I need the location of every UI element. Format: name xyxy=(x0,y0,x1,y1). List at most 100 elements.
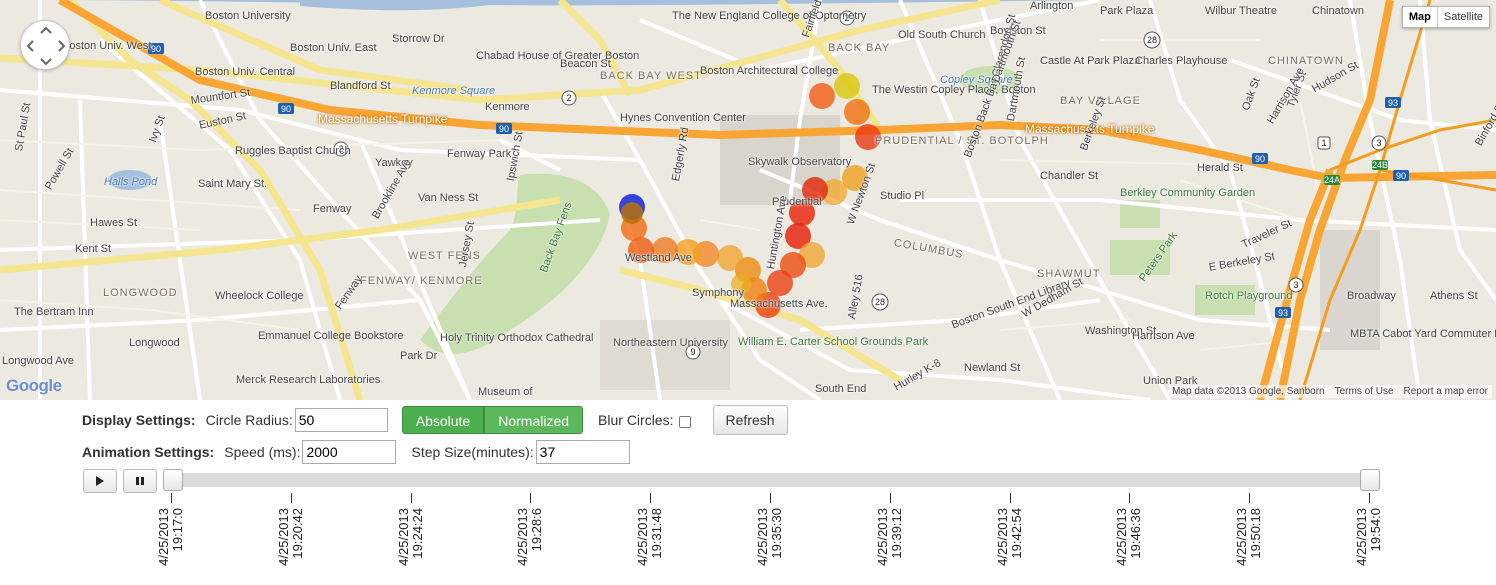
map-label: The New England College of Optometry xyxy=(672,10,867,22)
svg-text:24B: 24B xyxy=(1372,160,1388,170)
time-tick-label: 4/25/2013 19:42:54 xyxy=(995,508,1024,566)
play-button[interactable] xyxy=(83,469,117,493)
map-label: BACK BAY xyxy=(828,42,891,54)
step-size-input[interactable] xyxy=(535,440,630,464)
map-type-satellite-button[interactable]: Satellite xyxy=(1438,7,1489,27)
map-label: Northeastern University xyxy=(613,337,728,349)
circle-radius-label: Circle Radius: xyxy=(205,412,293,428)
time-tick-label: 4/25/2013 19:31:48 xyxy=(635,508,664,566)
map-label: Massachusetts Ave. xyxy=(730,298,828,310)
map-label: Kenmore Square xyxy=(412,85,496,97)
map-label: Newland St xyxy=(964,362,1021,374)
map-label: Ruggles Baptist Church xyxy=(235,145,351,157)
map-label: Arlington xyxy=(1030,0,1074,12)
map-label: Hawes St xyxy=(90,217,138,229)
map-attribution: Map data ©2013 Google, Sanborn Terms of … xyxy=(1168,385,1492,398)
map-label: Longwood xyxy=(129,337,180,349)
map-label: Old South Church xyxy=(898,29,986,41)
map-label: Rotch Playground xyxy=(1205,290,1293,302)
display-settings-label: Display Settings: xyxy=(82,412,196,428)
svg-text:90: 90 xyxy=(499,124,509,134)
time-tick xyxy=(411,493,412,503)
map-label: Hynes Convention Center xyxy=(620,112,746,124)
time-tick-label: 4/25/2013 19:28:6 xyxy=(515,508,544,566)
time-tick-label: 4/25/2013 19:35:30 xyxy=(755,508,784,566)
time-tick xyxy=(1249,493,1250,503)
time-tick xyxy=(1010,493,1011,503)
svg-text:90: 90 xyxy=(151,44,161,54)
map-type-control[interactable]: Map Satellite xyxy=(1401,6,1490,28)
map-label: Skywalk Observatory xyxy=(748,156,852,168)
google-logo[interactable]: Google xyxy=(6,376,62,396)
map-type-map-button[interactable]: Map xyxy=(1403,7,1438,27)
map-label: Studio Pl xyxy=(880,190,925,202)
map-label: Blandford St xyxy=(330,80,391,92)
map-label: Fenway Park xyxy=(447,148,512,160)
map-label: Broadway xyxy=(1347,290,1396,302)
map-label: SHAWMUT xyxy=(1037,268,1101,280)
map-label: Charles Playhouse xyxy=(1135,55,1228,67)
map-label: Museum of xyxy=(478,386,533,398)
time-slider-track[interactable] xyxy=(171,473,1379,487)
controls-panel: Display Settings: Circle Radius: Absolut… xyxy=(0,400,1496,585)
map-label: Boston Univ. West xyxy=(62,40,152,52)
svg-text:1: 1 xyxy=(1321,138,1326,148)
time-tick-label: 4/25/2013 19:17:0 xyxy=(156,508,185,566)
play-icon xyxy=(96,476,104,486)
time-slider-end-handle[interactable] xyxy=(1360,469,1380,491)
map-label: Herald St xyxy=(1197,162,1243,174)
svg-text:93: 93 xyxy=(1278,308,1288,318)
terms-of-use-link[interactable]: Terms of Use xyxy=(1335,386,1394,397)
pan-control[interactable] xyxy=(20,20,70,70)
step-size-label: Step Size(minutes): xyxy=(411,444,534,460)
map-label: Chabad House of Greater Boston xyxy=(476,50,640,62)
svg-text:3: 3 xyxy=(1293,280,1298,290)
map-label: Boston Univ. East xyxy=(290,42,377,54)
map-label: Storrow Dr xyxy=(392,33,445,45)
report-map-error-link[interactable]: Report a map error xyxy=(1404,386,1488,397)
time-slider-start-handle[interactable] xyxy=(163,469,183,491)
map-label: Van Ness St xyxy=(418,192,479,204)
map-label: Westland Ave xyxy=(625,252,692,264)
map-data-credit: Map data ©2013 Google, Sanborn xyxy=(1172,386,1325,397)
map-label: Wheelock College xyxy=(215,290,304,302)
map-label: PRUDENTIAL / ST. BOTOLPH xyxy=(875,135,1049,147)
map-label: FENWAY/ KENMORE xyxy=(360,275,483,287)
time-tick xyxy=(890,493,891,503)
animation-settings-label: Animation Settings: xyxy=(82,444,215,460)
normalized-button[interactable]: Normalized xyxy=(484,406,584,434)
time-tick-label: 4/25/2013 19:20:42 xyxy=(276,508,305,566)
display-settings-row: Display Settings: Circle Radius: Absolut… xyxy=(82,405,788,435)
map-label: Massachusetts Turnpike xyxy=(318,112,448,126)
map-label: Kent St xyxy=(75,243,112,255)
animation-settings-row: Animation Settings: Speed (ms): Step Siz… xyxy=(82,440,630,464)
time-tick-label: 4/25/2013 19:24:24 xyxy=(396,508,425,566)
blur-circles-checkbox[interactable] xyxy=(678,416,691,428)
map-label: Emmanuel College Bookstore xyxy=(258,330,404,342)
time-tick-label: 4/25/2013 19:39:12 xyxy=(875,508,904,566)
blur-circles-label: Blur Circles: xyxy=(598,412,674,428)
map-label: Chinatown xyxy=(1312,5,1364,17)
map-label: Beacon St xyxy=(560,58,611,70)
svg-text:24A: 24A xyxy=(1324,175,1340,185)
map-label: CHINATOWN xyxy=(1268,55,1344,67)
pause-icon xyxy=(136,477,144,485)
absolute-button[interactable]: Absolute xyxy=(401,406,485,434)
map-label: MBTA Cabot Yard Commuter Rail Train Main… xyxy=(1350,328,1496,340)
svg-text:3: 3 xyxy=(1376,138,1381,148)
map-view[interactable]: 90 90 90 90 93 93 90 2 2 2 28 28 9 3 3 2… xyxy=(0,0,1496,400)
pan-arrows-icon[interactable] xyxy=(21,21,71,71)
map-label: Boston University xyxy=(205,10,291,22)
scale-mode-toggle[interactable]: Absolute Normalized xyxy=(401,406,584,434)
map-label: Boston Architectural College xyxy=(700,65,839,77)
circle-radius-input[interactable] xyxy=(294,408,388,432)
map-label: Holy Trinity Orthodox Cathedral xyxy=(440,332,594,344)
time-tick-label: 4/25/2013 19:46:36 xyxy=(1114,508,1143,566)
speed-input[interactable] xyxy=(302,440,397,464)
map-label: Merck Research Laboratories xyxy=(236,374,381,386)
map-label: William E. Carter School Grounds Park xyxy=(738,336,929,348)
time-tick xyxy=(1129,493,1130,503)
pause-button[interactable] xyxy=(123,469,157,493)
refresh-button[interactable]: Refresh xyxy=(712,405,788,435)
map-label: Wilbur Theatre xyxy=(1205,5,1277,17)
